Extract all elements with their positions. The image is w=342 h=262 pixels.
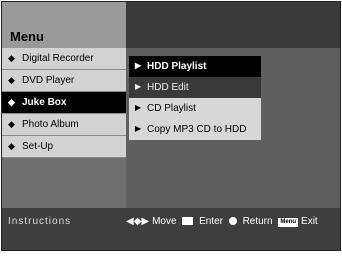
diamond-bullet-icon: ◆ bbox=[8, 119, 15, 129]
move-arrows-icon: ◀◆▶ bbox=[126, 216, 150, 227]
menu-item-label: Digital Recorder bbox=[22, 53, 94, 64]
move-label: Move bbox=[152, 216, 177, 227]
menu-item-label: Photo Album bbox=[22, 119, 79, 130]
return-key-icon bbox=[228, 217, 237, 225]
title-left-panel: Menu bbox=[2, 2, 126, 48]
submenu-item-label: HDD Edit bbox=[147, 82, 189, 93]
menu-item-label: DVD Player bbox=[22, 75, 75, 86]
arrow-right-icon: ▶ bbox=[135, 61, 142, 70]
main-menu: ◆ Digital Recorder ◆ DVD Player ◆ Juke B… bbox=[2, 48, 126, 208]
diamond-bullet-icon: ◆ bbox=[8, 75, 15, 85]
arrow-right-icon: ▶ bbox=[135, 103, 142, 112]
menu-item-label: Juke Box bbox=[22, 97, 67, 108]
submenu-item-cd-playlist[interactable]: ▶ CD Playlist bbox=[129, 98, 261, 119]
menu-title: Menu bbox=[10, 29, 44, 44]
menu-item-dvd-player[interactable]: ◆ DVD Player bbox=[2, 70, 126, 92]
exit-label: Exit bbox=[301, 216, 318, 227]
instructions-title: Instructions bbox=[8, 216, 72, 227]
submenu-item-copy-mp3[interactable]: ▶ Copy MP3 CD to HDD bbox=[129, 119, 261, 140]
arrow-right-icon: ▶ bbox=[135, 82, 142, 91]
submenu-panel: ▶ HDD Playlist ▶ HDD Edit ▶ CD Playlist … bbox=[126, 48, 340, 208]
menu-key-icon: Menu bbox=[278, 218, 299, 227]
arrow-right-icon: ▶ bbox=[135, 124, 142, 133]
enter-key-icon bbox=[182, 217, 194, 225]
instructions-controls: ◀◆▶ Move Enter Return Menu Exit bbox=[126, 216, 321, 227]
submenu-item-label: CD Playlist bbox=[147, 103, 196, 114]
menu-item-set-up[interactable]: ◆ Set-Up bbox=[2, 136, 126, 158]
return-label: Return bbox=[242, 216, 273, 227]
menu-item-juke-box[interactable]: ◆ Juke Box bbox=[2, 92, 126, 114]
enter-label: Enter bbox=[199, 216, 223, 227]
title-right-panel bbox=[126, 2, 340, 48]
menu-item-photo-album[interactable]: ◆ Photo Album bbox=[2, 114, 126, 136]
menu-item-digital-recorder[interactable]: ◆ Digital Recorder bbox=[2, 48, 126, 70]
submenu-item-label: Copy MP3 CD to HDD bbox=[147, 124, 247, 135]
title-bar: Menu bbox=[2, 2, 340, 48]
submenu-item-label: HDD Playlist bbox=[147, 61, 207, 72]
submenu-item-hdd-edit[interactable]: ▶ HDD Edit bbox=[129, 77, 261, 98]
submenu-item-hdd-playlist[interactable]: ▶ HDD Playlist bbox=[129, 56, 261, 77]
diamond-bullet-icon: ◆ bbox=[8, 53, 15, 63]
menu-screen: Menu ◆ Digital Recorder ◆ DVD Player ◆ J… bbox=[1, 1, 341, 251]
diamond-bullet-icon: ◆ bbox=[8, 97, 15, 107]
instructions-bar: Instructions ◀◆▶ Move Enter Return Menu Ex… bbox=[2, 208, 340, 250]
menu-item-label: Set-Up bbox=[22, 141, 54, 152]
diamond-bullet-icon: ◆ bbox=[8, 141, 15, 151]
